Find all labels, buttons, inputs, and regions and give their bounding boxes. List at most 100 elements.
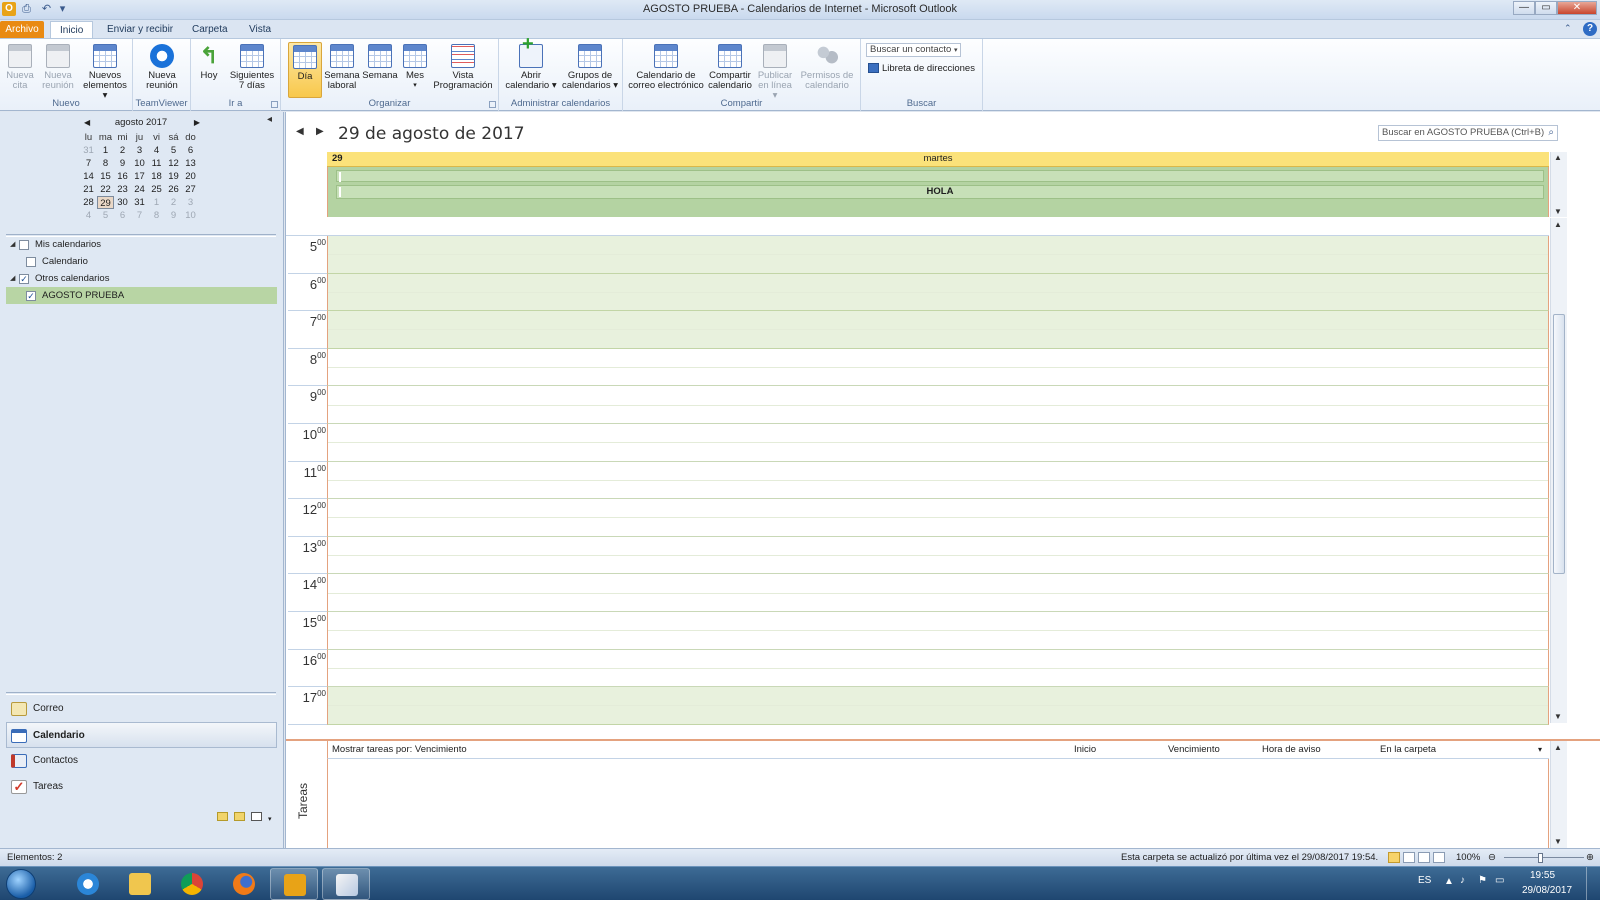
show-tasks-by[interactable]: Mostrar tareas por: Vencimiento <box>332 741 467 759</box>
grupos-calendarios-button[interactable]: Grupos de calendarios ▾ <box>561 42 619 91</box>
collapse-triangle-icon[interactable]: ◢ <box>10 236 15 253</box>
nav-tareas[interactable]: ✓ Tareas <box>0 774 284 800</box>
group-otros-calendarios[interactable]: ◢ ✓ Otros calendarios <box>0 270 284 287</box>
group-mis-calendarios[interactable]: ◢ Mis calendarios <box>0 236 284 253</box>
mini-calendar-day[interactable]: 28 <box>80 196 97 209</box>
nuevos-elementos-button[interactable]: Nuevos elementos ▾ <box>80 42 130 101</box>
file-explorer-icon[interactable] <box>116 868 164 900</box>
mini-calendar-day[interactable]: 31 <box>131 196 148 209</box>
zoom-slider-knob[interactable] <box>1538 853 1543 863</box>
time-slot[interactable] <box>327 649 1549 688</box>
mini-calendar-day[interactable]: 7 <box>131 209 148 222</box>
configure-buttons-icon[interactable]: ▾ <box>268 815 272 824</box>
time-slot[interactable] <box>327 348 1549 387</box>
mini-calendar-day[interactable]: 15 <box>97 170 114 183</box>
scroll-up-icon[interactable]: ▲ <box>1554 153 1562 162</box>
tab-enviar-recibir[interactable]: Enviar y recibir <box>98 21 182 39</box>
agosto-prueba-checkbox[interactable]: ✓ <box>26 291 36 301</box>
mini-calendar-today[interactable]: 29 <box>97 196 114 209</box>
time-slot[interactable] <box>327 611 1549 650</box>
mini-calendar-day[interactable]: 4 <box>80 209 97 222</box>
time-slot[interactable] <box>327 461 1549 500</box>
mini-calendar-day[interactable]: 10 <box>182 209 199 222</box>
mini-calendar-day[interactable]: 13 <box>182 157 199 170</box>
time-slot[interactable] <box>327 499 1549 537</box>
col-hora-aviso[interactable]: Hora de aviso <box>1262 741 1321 759</box>
next-month-icon[interactable]: ▶ <box>194 118 200 127</box>
libreta-direcciones-button[interactable]: Libreta de direcciones <box>868 63 975 74</box>
volume-icon[interactable]: ♪ <box>1460 875 1465 886</box>
clock-date[interactable]: 29/08/2017 <box>1522 885 1572 896</box>
calendar-item-calendario[interactable]: Calendario <box>0 253 284 270</box>
mini-calendar-day[interactable]: 5 <box>165 144 182 157</box>
scroll-down-icon[interactable]: ▼ <box>1554 837 1562 846</box>
mini-calendar-day[interactable]: 26 <box>165 183 182 196</box>
nav-correo[interactable]: Correo <box>0 696 284 722</box>
time-scrollbar[interactable]: ▲ ▼ <box>1550 218 1567 723</box>
time-slot[interactable] <box>327 273 1549 312</box>
nueva-reunion-button[interactable]: Nueva reunión <box>38 42 78 91</box>
zoom-level[interactable]: 100% <box>1456 849 1480 866</box>
semana-laboral-button[interactable]: Semana laboral <box>323 42 361 91</box>
all-day-event-hola[interactable]: HOLA <box>336 185 1544 199</box>
mini-calendar-day[interactable]: 11 <box>148 157 165 170</box>
show-desktop-button[interactable] <box>1586 867 1598 900</box>
col-inicio[interactable]: Inicio <box>1074 741 1096 759</box>
permisos-calendario-button[interactable]: Permisos de calendario <box>799 42 855 91</box>
nueva-cita-button[interactable]: Nueva cita <box>4 42 36 91</box>
mini-calendar-day[interactable]: 6 <box>114 209 131 222</box>
minimize-button[interactable]: — <box>1513 1 1535 15</box>
time-slot[interactable] <box>327 311 1549 349</box>
notes-icon[interactable] <box>217 812 228 821</box>
day-column-header[interactable]: 29 martes <box>327 152 1549 167</box>
mini-calendar-day[interactable]: 12 <box>165 157 182 170</box>
abrir-calendario-button[interactable]: Abrir calendario ▾ <box>503 39 559 91</box>
mini-calendar-day[interactable]: 16 <box>114 170 131 183</box>
publicar-en-linea-button[interactable]: Publicar en línea ▾ <box>755 42 795 101</box>
mini-calendar-day[interactable]: 22 <box>97 183 114 196</box>
collapse-triangle-icon[interactable]: ◢ <box>10 270 15 287</box>
otros-calendarios-checkbox[interactable]: ✓ <box>19 274 29 284</box>
calendar-item-agosto-prueba[interactable]: ✓ AGOSTO PRUEBA <box>6 287 277 304</box>
col-vencimiento[interactable]: Vencimiento <box>1168 741 1220 759</box>
mini-calendar-day[interactable]: 3 <box>182 196 199 209</box>
mini-calendar-day[interactable]: 8 <box>97 157 114 170</box>
clock-time[interactable]: 19:55 <box>1530 870 1555 881</box>
folder-list-icon[interactable] <box>234 812 245 821</box>
collapse-pane-icon[interactable]: ◂ <box>267 114 272 125</box>
zoom-in-icon[interactable]: ⊕ <box>1586 849 1594 866</box>
reading-view-icon[interactable] <box>1403 852 1415 863</box>
scroll-down-icon[interactable]: ▼ <box>1554 207 1562 216</box>
organizar-dialog-launcher-icon[interactable] <box>489 101 496 108</box>
mini-calendar-day[interactable]: 27 <box>182 183 199 196</box>
outlook-taskbar-icon[interactable] <box>270 868 318 900</box>
tab-inicio[interactable]: Inicio <box>50 21 94 39</box>
nav-calendario[interactable]: Calendario <box>6 722 277 748</box>
time-slot[interactable] <box>327 236 1549 274</box>
time-slot[interactable] <box>327 386 1549 424</box>
tab-vista[interactable]: Vista <box>240 21 280 39</box>
tasks-dropdown-icon[interactable]: ▾ <box>1538 741 1542 759</box>
mini-calendar-day[interactable]: 24 <box>131 183 148 196</box>
mini-calendar-day[interactable]: 3 <box>131 144 148 157</box>
mini-calendar-day[interactable]: 18 <box>148 170 165 183</box>
shortcuts-icon[interactable] <box>251 812 262 821</box>
mini-calendar-day[interactable]: 30 <box>114 196 131 209</box>
siguientes-7-dias-button[interactable]: Siguientes 7 días <box>227 42 277 91</box>
mini-calendar-day[interactable]: 25 <box>148 183 165 196</box>
time-slot[interactable] <box>327 536 1549 575</box>
search-icon[interactable]: ⌕ <box>1548 126 1554 140</box>
compact-view-icon[interactable] <box>1418 852 1430 863</box>
all-day-area[interactable]: HOLA <box>327 167 1549 217</box>
mini-calendar-day[interactable]: 4 <box>148 144 165 157</box>
col-en-carpeta[interactable]: En la carpeta <box>1380 741 1436 759</box>
tasks-scrollbar[interactable]: ▲ ▼ <box>1550 741 1567 848</box>
calendario-correo-button[interactable]: Calendario de correo electrónico <box>627 42 705 91</box>
hoy-button[interactable]: ↰ Hoy <box>195 42 223 81</box>
mini-calendar-day[interactable]: 14 <box>80 170 97 183</box>
tasks-body[interactable] <box>327 759 1549 850</box>
close-button[interactable]: ✕ <box>1557 1 1597 15</box>
mini-calendar-day[interactable]: 7 <box>80 157 97 170</box>
mini-calendar-day[interactable]: 9 <box>165 209 182 222</box>
ir-a-dialog-launcher-icon[interactable] <box>271 101 278 108</box>
